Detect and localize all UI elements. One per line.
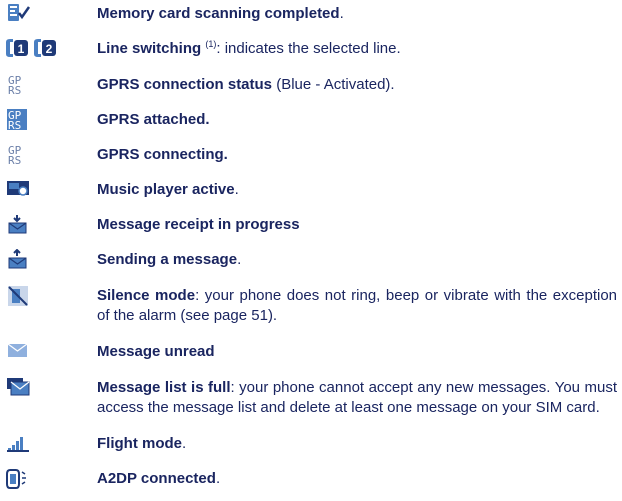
music-player-icon <box>6 179 36 199</box>
message-receipt-icon <box>6 214 36 234</box>
item-text: GPRS attached. <box>97 111 210 128</box>
sending-message-icon <box>6 249 36 269</box>
item-text: GPRS connection status (Blue - Activated… <box>97 76 395 93</box>
item-text: Message receipt in progress <box>97 216 300 233</box>
item-text: Memory card scanning completed. <box>97 5 344 22</box>
item-text: GPRS connecting. <box>97 146 228 163</box>
flight-mode-icon <box>6 433 36 453</box>
item-text: Message list is full: your phone cannot … <box>97 379 617 416</box>
silence-mode-icon <box>6 285 36 306</box>
svg-text:RS: RS <box>8 154 21 166</box>
item-text: Sending a message. <box>97 251 242 268</box>
envelope-unread-icon <box>6 341 36 361</box>
item-text: Music player active. <box>97 181 239 198</box>
gprs-icon: GP RS <box>6 74 36 96</box>
svg-text:RS: RS <box>8 84 21 96</box>
svg-text:RS: RS <box>8 119 21 131</box>
svg-text:1: 1 <box>18 42 25 56</box>
memory-card-check-icon <box>6 3 36 23</box>
line-switch-icon: 1 2 <box>4 38 60 58</box>
a2dp-headset-icon <box>6 468 36 489</box>
item-text: Silence mode: your phone does not ring, … <box>97 287 618 324</box>
gprs-connecting-icon: GP RS <box>6 144 36 166</box>
item-text: A2DP connected. <box>97 470 221 487</box>
svg-text:2: 2 <box>46 42 53 56</box>
gprs-attached-icon: GP RS <box>6 109 36 131</box>
message-list-full-icon <box>6 377 36 397</box>
item-text: Flight mode. <box>97 435 187 452</box>
item-text: Message unread <box>97 343 215 360</box>
item-text: Line switching (1): indicates the select… <box>97 39 401 58</box>
